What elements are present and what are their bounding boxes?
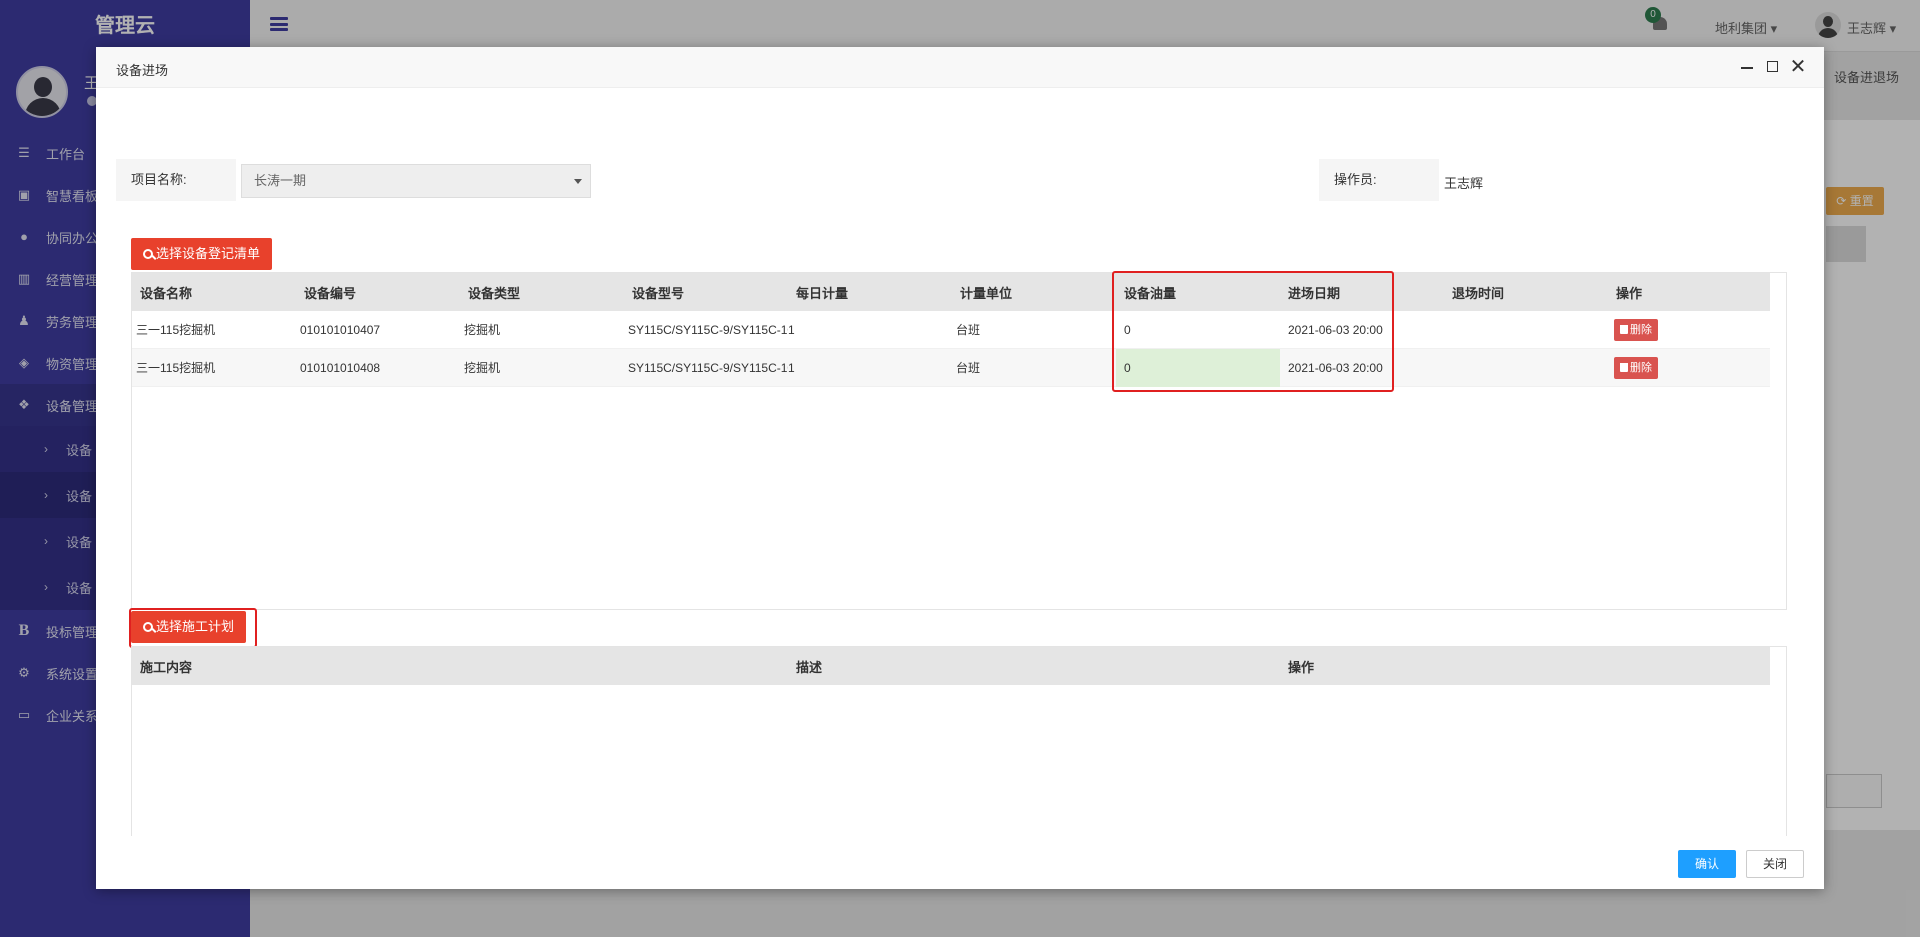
plan-table-frame: 施工内容 描述 操作: [131, 646, 1787, 836]
close-button[interactable]: 关闭: [1746, 850, 1804, 878]
column-header: 描述: [796, 659, 823, 675]
column-header: 设备类型: [468, 285, 521, 301]
trash-icon: [1620, 324, 1628, 334]
cell-type: 挖掘机: [464, 361, 501, 375]
cell-name: 三一115挖掘机: [136, 323, 216, 337]
cell-name: 三一115挖掘机: [136, 361, 216, 375]
cell-entry-date[interactable]: 2021-06-03 20:00: [1280, 361, 1444, 375]
cell-daily-quantity[interactable]: 1: [788, 323, 952, 337]
close-icon[interactable]: ✕: [1789, 57, 1807, 77]
column-header: 设备编号: [304, 285, 357, 301]
trash-icon: [1620, 362, 1628, 372]
dialog-title: 设备进场: [116, 63, 169, 78]
delete-button[interactable]: 删除: [1614, 356, 1658, 379]
column-header: 操作: [1616, 285, 1643, 301]
cell-daily-quantity[interactable]: 1: [788, 361, 952, 375]
caret-down-icon: [574, 179, 582, 184]
dialog-header: 设备进场 ✕: [96, 47, 1824, 88]
cell-code: 010101010408: [300, 360, 381, 375]
cell-action: 删除: [1608, 318, 1770, 341]
column-header: 每日计量: [796, 285, 849, 301]
cell-model: SY115C/SY115C-9/SY115C-10: [628, 360, 788, 375]
table-row[interactable]: 三一115挖掘机 010101010408 挖掘机 SY115C/SY115C-…: [132, 348, 1770, 387]
equipment-entry-dialog: 设备进场 ✕ 项目名称: 长涛一期 操作员: 王志辉 选择设备登记清单 设备名称…: [96, 47, 1824, 889]
operator-value: 王志辉: [1444, 176, 1484, 191]
cell-unit: 台班: [956, 361, 981, 375]
project-label: 项目名称:: [116, 159, 236, 201]
column-header: 设备型号: [632, 285, 685, 301]
operator-label: 操作员:: [1319, 159, 1439, 201]
cell-action: 删除: [1608, 356, 1770, 379]
cell-code: 010101010407: [300, 322, 381, 337]
column-header: 设备名称: [140, 285, 193, 301]
table-row[interactable]: 三一115挖掘机 010101010407 挖掘机 SY115C/SY115C-…: [132, 311, 1770, 349]
select-equipment-list-button[interactable]: 选择设备登记清单: [131, 238, 273, 270]
minimize-icon[interactable]: [1738, 58, 1756, 76]
select-construction-plan-button[interactable]: 选择施工计划: [131, 611, 247, 643]
equipment-table-frame: 设备名称 设备编号 设备类型 设备型号 每日计量 计量单位 设备油量 进场日期 …: [131, 272, 1787, 610]
table-header: 设备名称 设备编号 设备类型 设备型号 每日计量 计量单位 设备油量 进场日期 …: [132, 273, 1770, 311]
cell-type: 挖掘机: [464, 323, 501, 337]
column-header: 设备油量: [1124, 285, 1177, 301]
search-icon: [143, 622, 153, 632]
cell-entry-date[interactable]: 2021-06-03 20:00: [1280, 323, 1444, 337]
table-header: 施工内容 描述 操作: [132, 647, 1770, 685]
column-header: 施工内容: [140, 659, 193, 675]
maximize-icon[interactable]: [1764, 58, 1782, 76]
column-header: 计量单位: [960, 285, 1013, 301]
plan-table: 施工内容 描述 操作: [132, 647, 1770, 685]
equipment-table: 设备名称 设备编号 设备类型 设备型号 每日计量 计量单位 设备油量 进场日期 …: [132, 273, 1770, 387]
cell-oil-editing[interactable]: 0: [1116, 348, 1280, 387]
cell-unit: 台班: [956, 323, 981, 337]
cell-model: SY115C/SY115C-9/SY115C-10: [628, 322, 788, 337]
column-header: 进场日期: [1288, 285, 1341, 301]
confirm-button[interactable]: 确认: [1678, 850, 1736, 878]
cell-oil[interactable]: 0: [1116, 323, 1280, 337]
column-header: 退场时间: [1452, 285, 1505, 301]
project-select[interactable]: 长涛一期: [241, 164, 591, 198]
delete-button[interactable]: 删除: [1614, 318, 1658, 341]
search-icon: [143, 249, 153, 259]
column-header: 操作: [1288, 659, 1315, 675]
